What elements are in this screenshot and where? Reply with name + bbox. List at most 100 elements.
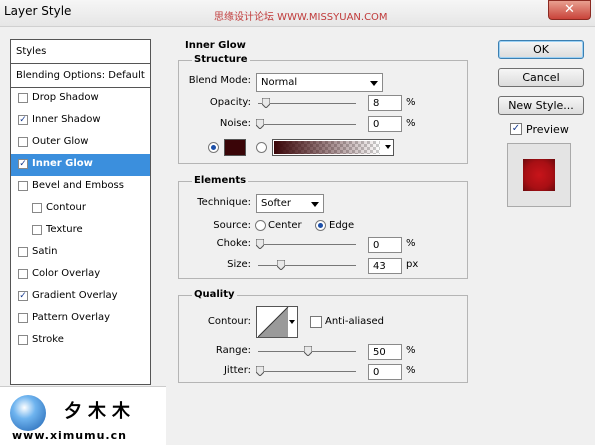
technique-label: Technique: bbox=[197, 197, 251, 208]
noise-unit: % bbox=[406, 118, 416, 129]
source-edge-label: Edge bbox=[329, 220, 355, 231]
ok-button[interactable]: OK bbox=[498, 40, 584, 59]
blending-options-item[interactable]: Blending Options: Default bbox=[11, 64, 150, 88]
style-item-texture[interactable]: Texture bbox=[11, 220, 150, 242]
anti-aliased-label: Anti-aliased bbox=[325, 316, 385, 327]
logo-chinese-text: 夕木木 bbox=[64, 401, 136, 422]
style-checkbox[interactable]: ✓ bbox=[18, 115, 28, 125]
range-unit: % bbox=[406, 345, 416, 356]
inner-glow-title: Inner Glow bbox=[183, 40, 248, 51]
source-center-radio[interactable] bbox=[255, 220, 266, 231]
style-item-label: Contour bbox=[46, 202, 86, 213]
source-edge-radio[interactable] bbox=[315, 220, 326, 231]
source-center-label: Center bbox=[268, 220, 302, 231]
style-item-satin[interactable]: Satin bbox=[11, 242, 150, 264]
close-button[interactable]: ✕ bbox=[548, 0, 591, 20]
style-item-label: Satin bbox=[32, 246, 58, 257]
size-label: Size: bbox=[227, 259, 251, 270]
style-item-inner-glow[interactable]: ✓ Inner Glow bbox=[11, 154, 150, 176]
choke-input[interactable]: 0 bbox=[368, 237, 402, 253]
style-item-drop-shadow[interactable]: Drop Shadow bbox=[11, 88, 150, 110]
range-input[interactable]: 50 bbox=[368, 344, 402, 360]
style-item-gradient-overlay[interactable]: ✓ Gradient Overlay bbox=[11, 286, 150, 308]
style-item-color-overlay[interactable]: Color Overlay bbox=[11, 264, 150, 286]
style-item-label: Outer Glow bbox=[32, 136, 89, 147]
noise-input[interactable]: 0 bbox=[368, 116, 402, 132]
opacity-slider-track[interactable] bbox=[258, 103, 356, 104]
contour-chevron-icon bbox=[289, 320, 295, 324]
style-checkbox[interactable] bbox=[32, 225, 42, 235]
technique-value: Softer bbox=[261, 198, 291, 209]
opacity-input[interactable]: 8 bbox=[368, 95, 402, 111]
size-slider-track[interactable] bbox=[258, 265, 356, 266]
noise-slider-thumb[interactable] bbox=[256, 119, 264, 129]
range-label: Range: bbox=[215, 345, 251, 356]
gradient-chevron-icon bbox=[385, 145, 391, 149]
style-checkbox[interactable] bbox=[18, 247, 28, 257]
gradient-picker[interactable] bbox=[272, 139, 394, 156]
chevron-down-icon bbox=[370, 81, 378, 86]
style-checkbox[interactable] bbox=[18, 313, 28, 323]
choke-unit: % bbox=[406, 238, 416, 249]
gradient-mode-radio[interactable] bbox=[256, 142, 267, 153]
site-logo: 夕木木 www.ximumu.cn bbox=[0, 386, 166, 445]
choke-slider-track[interactable] bbox=[258, 244, 356, 245]
logo-url-text: www.ximumu.cn bbox=[12, 429, 127, 442]
preview-checkbox[interactable]: ✓ bbox=[510, 123, 522, 135]
style-item-label: Color Overlay bbox=[32, 268, 101, 279]
style-item-label: Inner Shadow bbox=[32, 114, 101, 125]
size-input[interactable]: 43 bbox=[368, 258, 402, 274]
style-item-label: Bevel and Emboss bbox=[32, 180, 124, 191]
blending-options-label: Blending Options: Default bbox=[16, 70, 145, 81]
anti-aliased-checkbox[interactable] bbox=[310, 316, 322, 328]
noise-label: Noise: bbox=[219, 118, 251, 129]
blend-mode-value: Normal bbox=[261, 77, 298, 88]
style-item-pattern-overlay[interactable]: Pattern Overlay bbox=[11, 308, 150, 330]
style-item-stroke[interactable]: Stroke bbox=[11, 330, 150, 352]
cancel-button[interactable]: Cancel bbox=[498, 68, 584, 87]
new-style-button[interactable]: New Style... bbox=[498, 96, 584, 115]
style-checkbox[interactable] bbox=[18, 181, 28, 191]
logo-icon bbox=[10, 395, 46, 431]
style-checkbox[interactable] bbox=[18, 137, 28, 147]
style-item-bevel-and-emboss[interactable]: Bevel and Emboss bbox=[11, 176, 150, 198]
jitter-slider-track[interactable] bbox=[258, 371, 356, 372]
style-checkbox[interactable]: ✓ bbox=[18, 159, 28, 169]
styles-header[interactable]: Styles bbox=[11, 40, 150, 64]
chevron-down-icon bbox=[311, 202, 319, 207]
noise-slider-track[interactable] bbox=[258, 124, 356, 125]
source-label: Source: bbox=[213, 220, 251, 231]
style-item-inner-shadow[interactable]: ✓ Inner Shadow bbox=[11, 110, 150, 132]
glow-color-swatch[interactable] bbox=[224, 139, 246, 156]
close-icon: ✕ bbox=[564, 2, 575, 17]
choke-slider-thumb[interactable] bbox=[256, 239, 264, 249]
style-item-contour[interactable]: Contour bbox=[11, 198, 150, 220]
opacity-unit: % bbox=[406, 97, 416, 108]
size-slider-thumb[interactable] bbox=[277, 260, 285, 270]
preview-label: Preview bbox=[526, 123, 569, 136]
opacity-slider-thumb[interactable] bbox=[262, 98, 270, 108]
range-slider-thumb[interactable] bbox=[304, 346, 312, 356]
jitter-slider-thumb[interactable] bbox=[256, 366, 264, 376]
contour-picker[interactable] bbox=[256, 306, 298, 338]
preview-swatch bbox=[523, 159, 555, 191]
color-mode-radio[interactable] bbox=[208, 142, 219, 153]
structure-title: Structure bbox=[192, 54, 250, 65]
contour-curve-icon bbox=[258, 307, 289, 337]
quality-title: Quality bbox=[192, 289, 237, 300]
style-checkbox[interactable] bbox=[18, 269, 28, 279]
blend-mode-dropdown[interactable]: Normal bbox=[256, 73, 383, 92]
jitter-input[interactable]: 0 bbox=[368, 364, 402, 380]
technique-dropdown[interactable]: Softer bbox=[256, 194, 324, 213]
style-item-label: Gradient Overlay bbox=[32, 290, 118, 301]
elements-title: Elements bbox=[192, 175, 249, 186]
style-checkbox[interactable] bbox=[18, 93, 28, 103]
styles-header-label: Styles bbox=[16, 46, 47, 57]
watermark-text: 思缘设计论坛 WWW.MISSYUAN.COM bbox=[214, 12, 388, 23]
style-item-outer-glow[interactable]: Outer Glow bbox=[11, 132, 150, 154]
opacity-label: Opacity: bbox=[209, 97, 251, 108]
style-checkbox[interactable]: ✓ bbox=[18, 291, 28, 301]
style-checkbox[interactable] bbox=[32, 203, 42, 213]
style-checkbox[interactable] bbox=[18, 335, 28, 345]
style-item-label: Inner Glow bbox=[32, 158, 93, 169]
